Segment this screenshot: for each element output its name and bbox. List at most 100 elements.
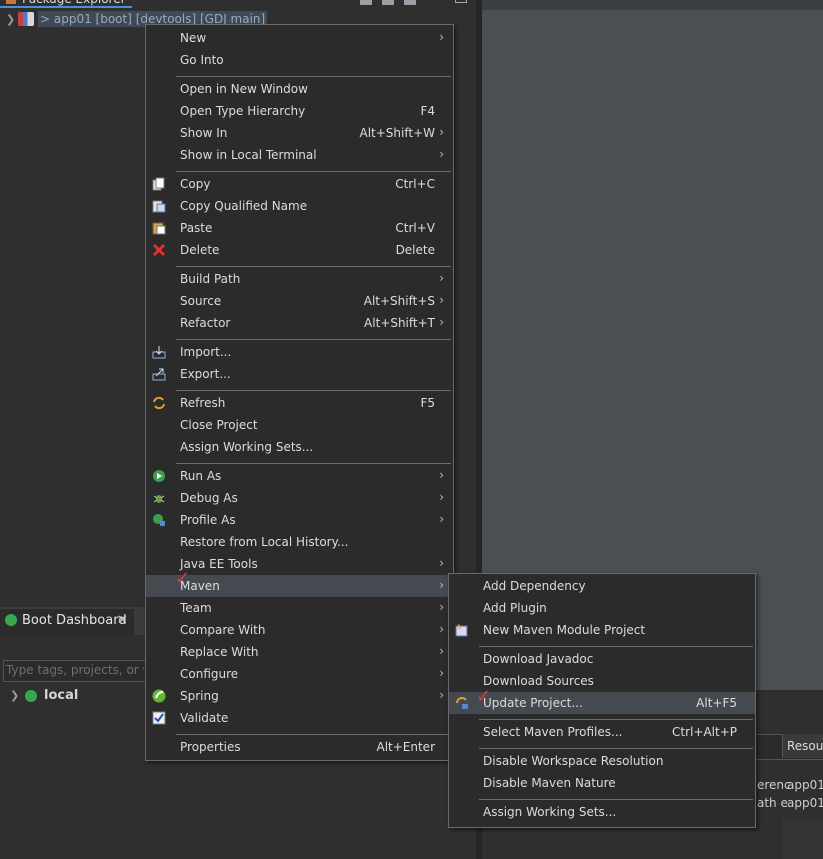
- menu-item-label: Open Type Hierarchy: [180, 104, 306, 118]
- expand-chevron-icon[interactable]: ❯: [10, 689, 19, 702]
- menu-item-label: New: [180, 31, 207, 45]
- menu-separator: [176, 463, 451, 464]
- menu-item-build-path[interactable]: Build Path ›: [146, 268, 453, 290]
- menu-item-download-sources[interactable]: Download Sources: [449, 670, 755, 692]
- menu-item-spring[interactable]: Spring ›: [146, 685, 453, 707]
- package-explorer-tab[interactable]: Package Explorer: [0, 0, 132, 8]
- menu-item-select-maven-profiles[interactable]: Select Maven Profiles... Ctrl+Alt+P: [449, 721, 755, 743]
- menu-item-compare-with[interactable]: Compare With ›: [146, 619, 453, 641]
- expand-chevron-icon[interactable]: ❯: [6, 13, 15, 26]
- submenu-arrow-icon: ›: [439, 315, 444, 329]
- menu-item-shortcut: F5: [420, 396, 435, 410]
- menu-item-assign-working-sets[interactable]: Assign Working Sets...: [146, 436, 453, 458]
- menu-item-delete[interactable]: Delete Delete: [146, 239, 453, 261]
- boot-dashboard-icon: [5, 614, 17, 626]
- menu-item-restore-from-local-history[interactable]: Restore from Local History...: [146, 531, 453, 553]
- menu-separator: [176, 171, 451, 172]
- menu-item-copy-qualified-name[interactable]: Copy Qualified Name: [146, 195, 453, 217]
- menu-item-label: Download Javadoc: [483, 652, 594, 666]
- local-tree-item[interactable]: local: [44, 688, 78, 703]
- menu-item-export[interactable]: Export...: [146, 363, 453, 385]
- menu-item-run-as[interactable]: Run As ›: [146, 465, 453, 487]
- menu-item-label: Profile As: [180, 513, 236, 527]
- menu-item-label: Compare With: [180, 623, 266, 637]
- menu-item-label: Show In: [180, 126, 228, 140]
- menu-separator: [176, 390, 451, 391]
- menu-item-label: Paste: [180, 221, 213, 235]
- menu-item-label: Open in New Window: [180, 82, 308, 96]
- menu-item-refresh[interactable]: Refresh F5: [146, 392, 453, 414]
- menu-separator: [479, 719, 753, 720]
- menu-item-label: Disable Workspace Resolution: [483, 754, 664, 768]
- menu-item-assign-working-sets[interactable]: Assign Working Sets...: [449, 801, 755, 823]
- menu-item-paste[interactable]: Paste Ctrl+V: [146, 217, 453, 239]
- submenu-arrow-icon: ›: [439, 147, 444, 161]
- project-icon: [18, 12, 34, 26]
- menu-item-source[interactable]: Source Alt+Shift+S ›: [146, 290, 453, 312]
- menu-item-open-in-new-window[interactable]: Open in New Window: [146, 78, 453, 100]
- menu-item-import[interactable]: Import...: [146, 341, 453, 363]
- menu-item-download-javadoc[interactable]: Download Javadoc: [449, 648, 755, 670]
- menu-item-team[interactable]: Team ›: [146, 597, 453, 619]
- editor-tabbar: [482, 0, 823, 10]
- menu-item-java-ee-tools[interactable]: Java EE Tools ›: [146, 553, 453, 575]
- view-toolbar: [360, 0, 430, 5]
- menu-item-label: Source: [180, 294, 222, 308]
- menu-item-profile-as[interactable]: Profile As ›: [146, 509, 453, 531]
- link-editor-icon[interactable]: [382, 0, 394, 5]
- problem-description: ath e: [757, 796, 788, 810]
- menu-item-label: Copy: [180, 177, 211, 191]
- menu-item-label: Go Into: [180, 53, 224, 67]
- menu-item-label: Update Project...: [483, 696, 583, 710]
- menu-item-label: Replace With: [180, 645, 259, 659]
- validate-icon: [152, 711, 166, 725]
- run-icon: [152, 469, 166, 483]
- menu-item-shortcut: Alt+Enter: [376, 740, 435, 754]
- menu-item-update-project[interactable]: Update Project... Alt+F5: [449, 692, 755, 714]
- submenu-arrow-icon: ›: [439, 556, 444, 570]
- menu-item-label: Add Plugin: [483, 601, 547, 615]
- menu-item-go-into[interactable]: Go Into: [146, 49, 453, 71]
- menu-item-shortcut: Alt+Shift+T: [364, 316, 435, 330]
- menu-item-close-project[interactable]: Close Project: [146, 414, 453, 436]
- menu-item-validate[interactable]: Validate: [146, 707, 453, 729]
- menu-item-show-in-local-terminal[interactable]: Show in Local Terminal ›: [146, 144, 453, 166]
- menu-item-maven[interactable]: Maven ›: [146, 575, 453, 597]
- resource-header-label: Resour: [787, 739, 823, 753]
- menu-separator: [479, 646, 753, 647]
- menu-item-disable-maven-nature[interactable]: Disable Maven Nature: [449, 772, 755, 794]
- menu-item-label: Copy Qualified Name: [180, 199, 308, 213]
- menu-item-properties[interactable]: Properties Alt+Enter: [146, 736, 453, 758]
- minimize-icon[interactable]: [455, 0, 467, 3]
- menu-item-show-in[interactable]: Show In Alt+Shift+W ›: [146, 122, 453, 144]
- menu-item-replace-with[interactable]: Replace With ›: [146, 641, 453, 663]
- boot-filter-field[interactable]: [3, 660, 147, 682]
- menu-item-configure[interactable]: Configure ›: [146, 663, 453, 685]
- menu-item-debug-as[interactable]: Debug As ›: [146, 487, 453, 509]
- collapse-all-icon[interactable]: [360, 0, 372, 5]
- menu-item-label: Run As: [180, 469, 222, 483]
- menu-item-refactor[interactable]: Refactor Alt+Shift+T ›: [146, 312, 453, 334]
- menu-item-new-maven-module-project[interactable]: New Maven Module Project: [449, 619, 755, 641]
- menu-item-label: Add Dependency: [483, 579, 586, 593]
- update-project-icon: [455, 696, 469, 710]
- boot-filter-input[interactable]: [4, 661, 146, 679]
- menu-item-label: Build Path: [180, 272, 241, 286]
- close-icon[interactable]: ✕: [117, 613, 128, 628]
- problem-resource: app01: [787, 778, 823, 792]
- menu-item-label: Close Project: [180, 418, 258, 432]
- menu-item-label: Import...: [180, 345, 232, 359]
- menu-item-open-type-hierarchy[interactable]: Open Type Hierarchy F4: [146, 100, 453, 122]
- menu-item-label: Delete: [180, 243, 220, 257]
- menu-item-add-plugin[interactable]: Add Plugin: [449, 597, 755, 619]
- menu-item-copy[interactable]: Copy Ctrl+C: [146, 173, 453, 195]
- menu-item-add-dependency[interactable]: Add Dependency: [449, 575, 755, 597]
- submenu-arrow-icon: ›: [439, 644, 444, 658]
- menu-item-label: Select Maven Profiles...: [483, 725, 623, 739]
- maven-submenu: Add Dependency Add Plugin New Maven Module…: [448, 573, 756, 828]
- view-menu-icon[interactable]: [404, 0, 416, 5]
- menu-item-disable-workspace-resolution[interactable]: Disable Workspace Resolution: [449, 750, 755, 772]
- problem-description: erenc: [757, 778, 791, 792]
- menu-item-new[interactable]: New ›: [146, 27, 453, 49]
- menu-separator: [176, 339, 451, 340]
